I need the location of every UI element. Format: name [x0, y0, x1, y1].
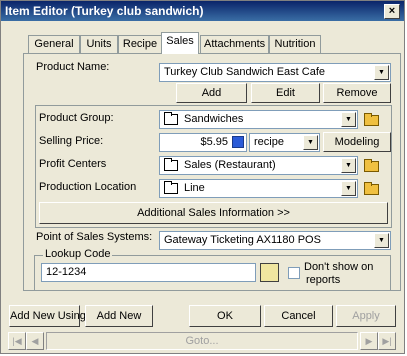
- add-button[interactable]: Add: [176, 83, 247, 103]
- open-folder-icon[interactable]: [362, 110, 380, 129]
- folder-icon: [164, 111, 178, 125]
- calculator-icon[interactable]: [232, 136, 244, 148]
- chevron-down-icon[interactable]: ▼: [341, 181, 356, 196]
- product-name-label: Product Name:: [36, 61, 110, 73]
- product-name-value: Turkey Club Sandwich East Cafe: [164, 66, 325, 78]
- product-group-select[interactable]: Sandwiches ▼: [159, 110, 358, 129]
- price-source-value: recipe: [254, 136, 284, 148]
- tab-attachments[interactable]: Attachments: [200, 35, 269, 53]
- chevron-down-icon[interactable]: ▼: [374, 65, 389, 80]
- next-record-icon[interactable]: ▶: [360, 332, 378, 350]
- open-folder-icon[interactable]: [362, 179, 380, 198]
- apply-button[interactable]: Apply: [336, 305, 396, 327]
- edit-button[interactable]: Edit: [251, 83, 320, 103]
- tab-sales[interactable]: Sales: [161, 32, 199, 54]
- add-new-button[interactable]: Add New: [85, 305, 153, 327]
- chevron-down-icon[interactable]: ▼: [303, 135, 318, 150]
- product-name-select[interactable]: Turkey Club Sandwich East Cafe ▼: [159, 63, 391, 82]
- folder-icon: [164, 157, 178, 171]
- add-new-using-button[interactable]: Add New Using: [9, 305, 86, 327]
- dont-show-on-reports-checkbox[interactable]: [288, 267, 300, 279]
- product-group-value: Sandwiches: [184, 113, 244, 125]
- item-editor-window: Item Editor (Turkey club sandwich) × Gen…: [0, 0, 405, 354]
- modeling-button[interactable]: Modeling: [323, 132, 391, 152]
- lookup-code-legend: Lookup Code: [43, 248, 113, 260]
- ok-button[interactable]: OK: [189, 305, 261, 327]
- goto-field[interactable]: Goto...: [46, 332, 358, 350]
- pos-systems-value: Gateway Ticketing AX1180 POS: [164, 234, 321, 246]
- dont-show-label-line2: reports: [306, 274, 341, 286]
- first-record-icon[interactable]: |◀: [8, 332, 26, 350]
- selling-price-value: $5.95: [200, 136, 228, 148]
- price-source-select[interactable]: recipe ▼: [249, 133, 320, 152]
- chevron-down-icon[interactable]: ▼: [341, 158, 356, 173]
- remove-button[interactable]: Remove: [323, 83, 391, 103]
- additional-sales-info-button[interactable]: Additional Sales Information >>: [39, 202, 388, 224]
- folder-icon: [164, 180, 178, 194]
- pos-systems-select[interactable]: Gateway Ticketing AX1180 POS ▼: [159, 231, 391, 250]
- production-location-value: Line: [184, 182, 205, 194]
- chevron-down-icon[interactable]: ▼: [341, 112, 356, 127]
- chevron-down-icon[interactable]: ▼: [374, 233, 389, 248]
- dont-show-label-line1: Don't show on: [304, 261, 374, 273]
- tab-recipe[interactable]: Recipe: [118, 35, 162, 53]
- last-record-icon[interactable]: ▶|: [378, 332, 396, 350]
- production-location-label: Production Location: [39, 181, 137, 193]
- cancel-button[interactable]: Cancel: [264, 305, 333, 327]
- open-folder-icon[interactable]: [362, 156, 380, 175]
- previous-record-icon[interactable]: ◀: [26, 332, 44, 350]
- tab-units[interactable]: Units: [80, 35, 118, 53]
- profit-centers-value: Sales (Restaurant): [184, 159, 276, 171]
- close-button[interactable]: ×: [384, 4, 400, 19]
- product-group-label: Product Group:: [39, 112, 114, 124]
- tab-general[interactable]: General: [28, 35, 80, 53]
- profit-centers-label: Profit Centers: [39, 158, 107, 170]
- lookup-code-input[interactable]: 12-1234: [41, 263, 256, 282]
- title-bar[interactable]: Item Editor (Turkey club sandwich) ×: [1, 1, 404, 21]
- selling-price-label: Selling Price:: [39, 135, 104, 147]
- pencil-icon[interactable]: [260, 263, 279, 282]
- profit-centers-select[interactable]: Sales (Restaurant) ▼: [159, 156, 358, 175]
- production-location-select[interactable]: Line ▼: [159, 179, 358, 198]
- pos-systems-label: Point of Sales Systems:: [36, 231, 153, 243]
- window-title: Item Editor (Turkey club sandwich): [5, 4, 204, 18]
- selling-price-field[interactable]: $5.95: [159, 133, 247, 152]
- tab-nutrition[interactable]: Nutrition: [269, 35, 321, 53]
